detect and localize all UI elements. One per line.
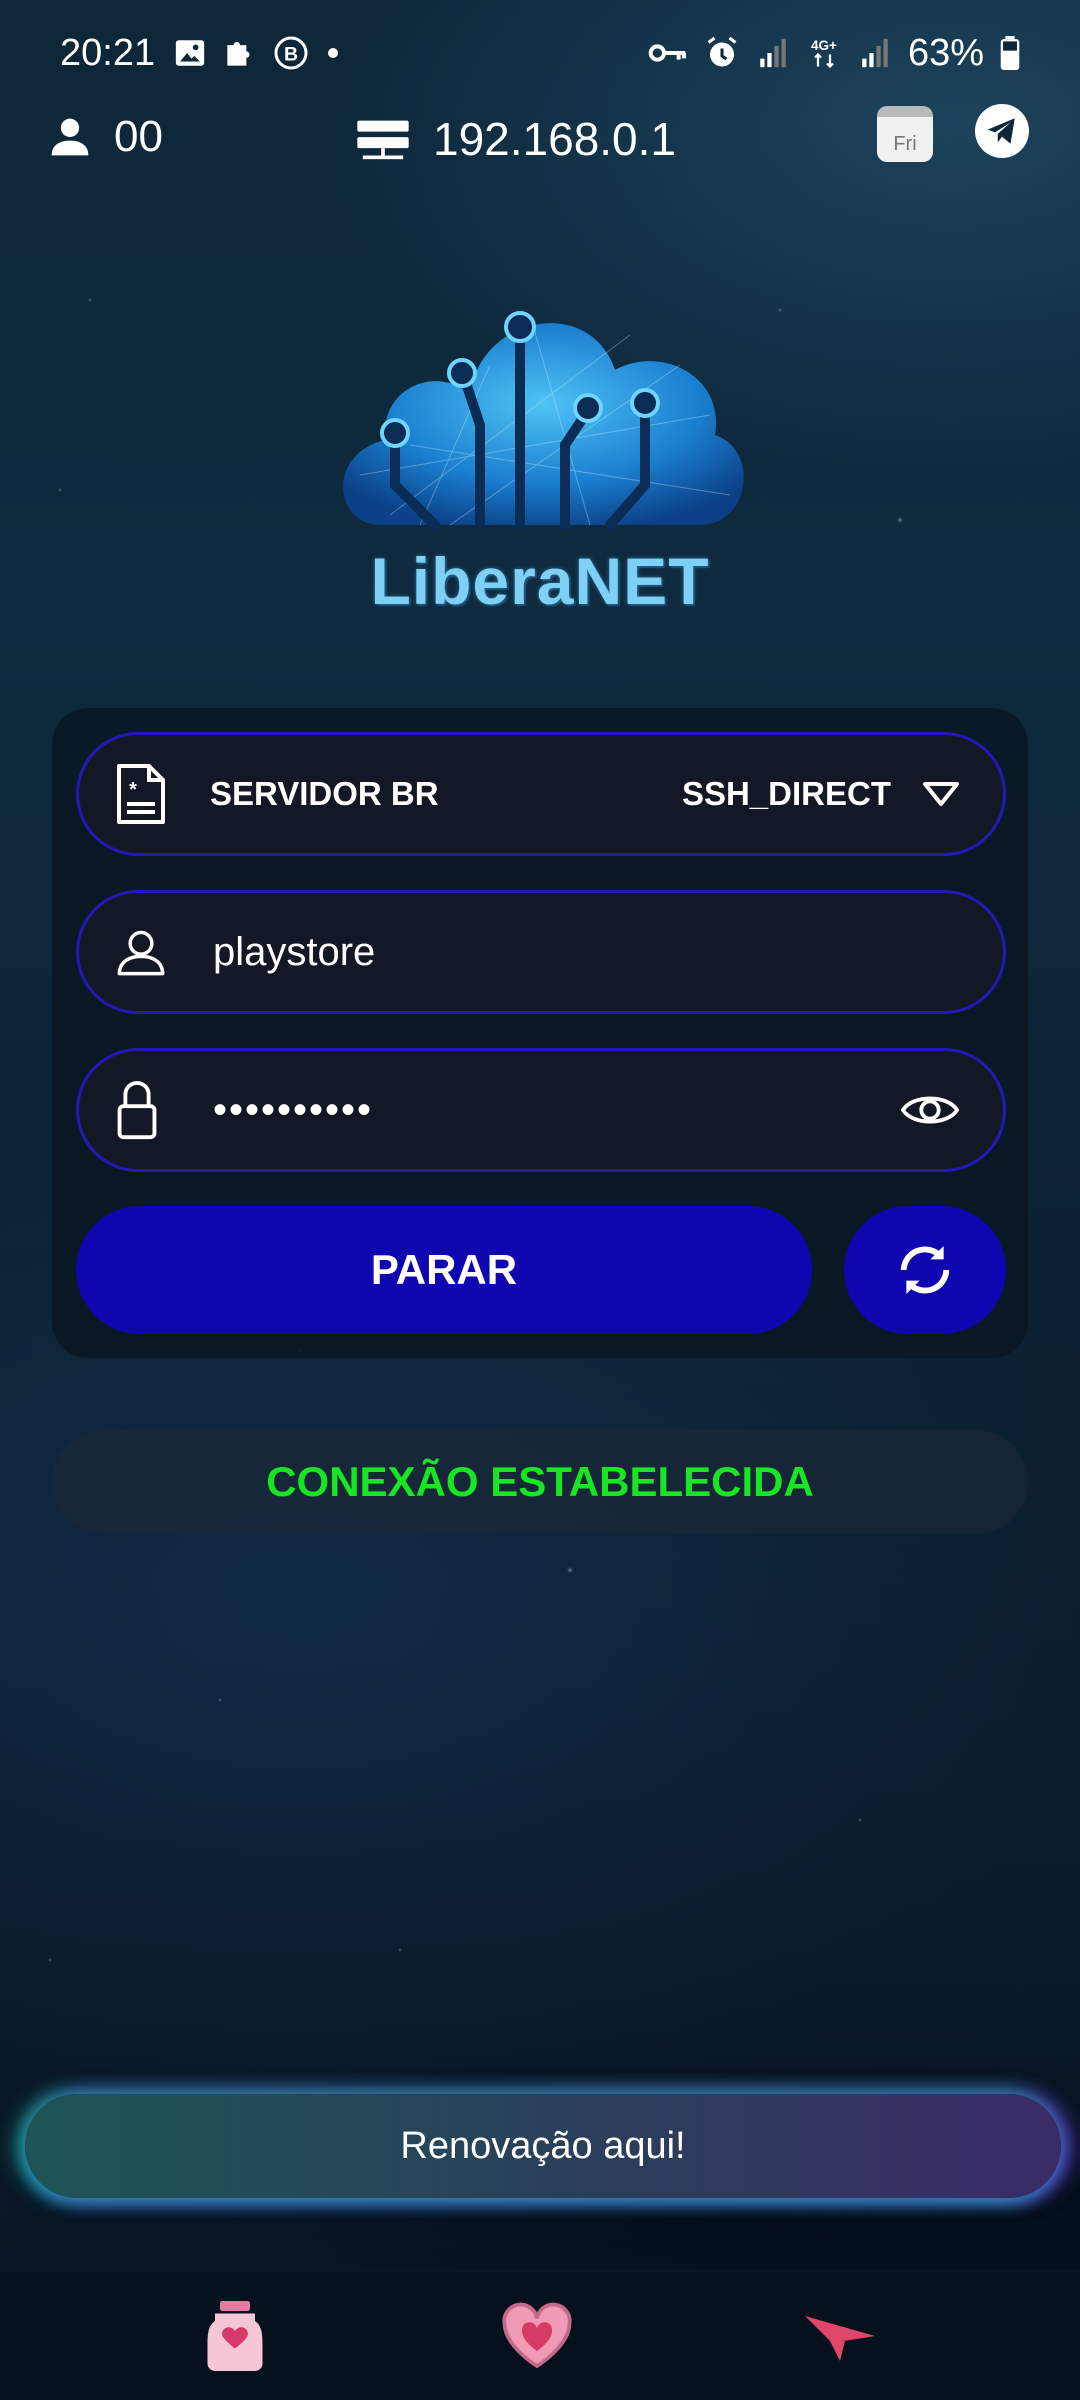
telegram-icon bbox=[987, 118, 1015, 144]
more-dot-icon bbox=[328, 48, 339, 58]
refresh-icon bbox=[900, 1246, 950, 1294]
user-icon bbox=[51, 118, 89, 156]
calendar-day: Fri bbox=[893, 133, 917, 155]
svg-text:*: * bbox=[129, 779, 137, 801]
server-selector[interactable]: * SERVIDOR BR SSH_DIRECT bbox=[76, 732, 1006, 856]
user-outline-icon bbox=[117, 930, 165, 976]
server-type: SSH_DIRECT bbox=[681, 775, 891, 812]
paper-plane-icon bbox=[805, 2316, 875, 2361]
battery-percent: 63% bbox=[907, 31, 984, 74]
password-field[interactable]: •••••••••• bbox=[76, 1048, 1006, 1172]
ip-address-value: 192.168.0.1 bbox=[433, 113, 677, 165]
app-logo: LiberaNET bbox=[330, 275, 750, 618]
vpn-key-icon bbox=[648, 44, 686, 62]
lock-icon bbox=[117, 1081, 157, 1140]
svg-text:B: B bbox=[284, 44, 298, 66]
server-network-icon bbox=[357, 120, 409, 160]
status-notification-icons: B bbox=[173, 34, 343, 72]
server-name: SERVIDOR BR bbox=[210, 775, 439, 812]
show-password-eye-icon[interactable] bbox=[901, 1090, 959, 1130]
ip-address: 192.168.0.1 bbox=[355, 112, 676, 166]
reload-button[interactable] bbox=[844, 1206, 1006, 1334]
user-count: 00 bbox=[48, 112, 163, 162]
status-time: 20:21 bbox=[60, 31, 156, 74]
user-count-value: 00 bbox=[114, 112, 163, 161]
username-field[interactable]: playstore bbox=[76, 890, 1006, 1014]
bottom-navigation bbox=[0, 2272, 1080, 2400]
renew-button[interactable]: Renovação aqui! bbox=[25, 2094, 1061, 2198]
signal-icon bbox=[760, 38, 786, 68]
status-system-icons: 4G+ 63% bbox=[648, 32, 1020, 75]
connection-card: * SERVIDOR BR SSH_DIRECT playstore •••••… bbox=[52, 708, 1028, 1358]
stop-button[interactable]: PARAR bbox=[76, 1206, 812, 1334]
password-value: •••••••••• bbox=[213, 1087, 374, 1132]
nav-plane[interactable] bbox=[800, 2296, 880, 2376]
logo-text: LiberaNET bbox=[370, 544, 710, 618]
connection-status: CONEXÃO ESTABELECIDA bbox=[52, 1430, 1028, 1534]
network-type-text: 4G+ bbox=[811, 38, 837, 53]
gallery-notification-icon bbox=[175, 40, 205, 66]
server-file-icon: * bbox=[117, 764, 165, 824]
username-value: playstore bbox=[213, 929, 376, 974]
cloud-circuit-logo-icon bbox=[343, 311, 744, 530]
signal-icon-2 bbox=[862, 38, 888, 68]
status-bar: 20:21 B 4G+ 63% bbox=[0, 0, 1080, 106]
heart-icon bbox=[502, 2302, 572, 2369]
top-bar: 00 192.168.0.1 Fri bbox=[0, 100, 1080, 190]
b-notification-icon: B bbox=[274, 36, 308, 70]
nav-jar[interactable] bbox=[195, 2296, 275, 2376]
telegram-button[interactable] bbox=[975, 104, 1029, 158]
network-4g-icon: 4G+ bbox=[811, 38, 837, 69]
battery-icon bbox=[1000, 36, 1020, 70]
chevron-down-icon bbox=[923, 782, 959, 806]
puzzle-notification-icon bbox=[227, 41, 250, 66]
alarm-icon bbox=[707, 36, 737, 67]
jar-icon bbox=[207, 2301, 263, 2371]
nav-heart[interactable] bbox=[497, 2296, 577, 2376]
calendar-button[interactable]: Fri bbox=[877, 106, 933, 162]
